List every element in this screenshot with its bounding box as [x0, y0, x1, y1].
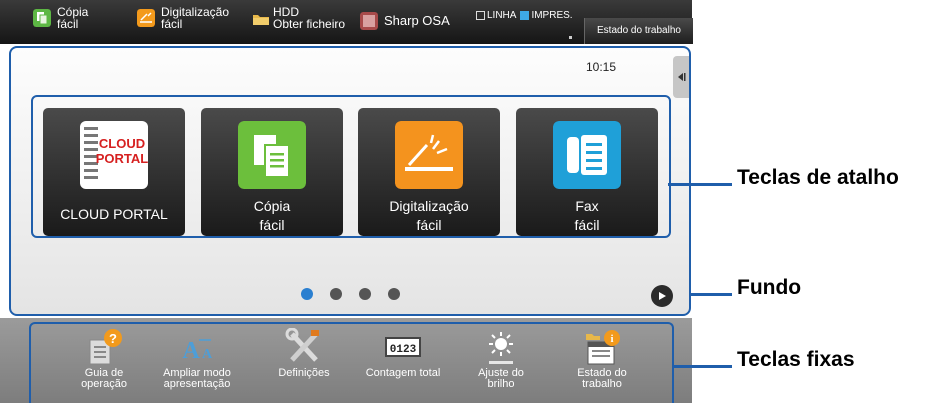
svg-text:?: ?: [109, 331, 117, 346]
topbar-item-label: Digitalização fácil: [161, 5, 230, 31]
fixed-key-operation-guide[interactable]: ? Guia de operação: [62, 328, 146, 390]
brightness-icon: [489, 332, 513, 364]
copy-icon: [33, 9, 51, 27]
fixed-key-label: Estado do trabalho: [577, 367, 627, 390]
settings-tools-icon: [285, 328, 319, 362]
svg-text:CLOUD: CLOUD: [99, 136, 145, 151]
fixed-key-brightness[interactable]: Ajuste do brilho: [459, 328, 543, 390]
topbar-item-label: HDD Obter ficheiro: [273, 5, 346, 31]
system-bar: Cópia fácil Digitalização fácil HDD Obte…: [0, 0, 693, 44]
collapse-left-icon: [677, 73, 685, 81]
callout-background: Fundo: [737, 276, 802, 299]
home-screen-background: 10:15 CLOUD PORTAL CLOUD PORTAL Cópia fá…: [9, 46, 691, 316]
scan-icon: [395, 121, 463, 189]
fixed-keys-bar: ? Guia de operação A A Ampliar modo apre…: [0, 318, 692, 403]
fixed-key-label: Contagem total: [365, 367, 441, 379]
fax-icon: [553, 121, 621, 189]
page-dot[interactable]: [359, 288, 371, 300]
page-dot[interactable]: [301, 288, 313, 300]
topbar-item-label: Cópia fácil: [57, 5, 89, 31]
tile-label: CLOUD PORTAL: [60, 206, 168, 222]
svg-text:A: A: [202, 347, 213, 362]
indicator-dot: [569, 36, 572, 39]
print-indicator-icon: [520, 11, 530, 20]
tile-easy-copy[interactable]: Cópia fácil: [201, 108, 343, 236]
copy-icon: [238, 121, 306, 189]
page-dot[interactable]: [388, 288, 400, 300]
tile-easy-fax[interactable]: Fax fácil: [516, 108, 658, 236]
svg-text:PORTAL: PORTAL: [96, 151, 148, 166]
svg-text:i: i: [610, 333, 613, 345]
callout-shortcut-keys: Teclas de atalho: [737, 166, 899, 189]
play-arrow-icon: [659, 292, 666, 300]
print-indicator-label: IMPRES.: [531, 10, 573, 21]
tile-label: Cópia fácil: [253, 198, 291, 233]
tile-cloud-portal[interactable]: CLOUD PORTAL CLOUD PORTAL: [43, 108, 185, 236]
tile-easy-scan[interactable]: Digitalização fácil: [358, 108, 500, 236]
job-status-icon: i: [586, 330, 620, 365]
fixed-key-enlarge-display[interactable]: A A Ampliar modo apresentação: [155, 328, 239, 390]
fixed-key-settings[interactable]: Definições: [262, 328, 346, 379]
callout-line-background: [691, 293, 732, 296]
svg-text:A: A: [182, 338, 200, 364]
topbar-shortcut-sharp-osa[interactable]: Sharp OSA: [360, 12, 450, 30]
topbar-shortcut-easy-scan[interactable]: Digitalização fácil: [137, 6, 229, 30]
page-indicator: [301, 288, 400, 300]
folder-icon: [253, 15, 269, 25]
topbar-item-label: Sharp OSA: [384, 13, 450, 28]
fixed-key-label: Ampliar modo apresentação: [163, 367, 231, 390]
scan-icon: [137, 9, 155, 27]
fixed-key-label: Definições: [278, 367, 330, 379]
help-guide-icon: ?: [89, 329, 122, 365]
tile-label: Digitalização fácil: [389, 198, 469, 233]
line-indicator-label: LINHA: [487, 10, 517, 21]
callout-line-shortcut: [668, 183, 732, 186]
fixed-key-job-status[interactable]: i Estado do trabalho: [560, 328, 644, 390]
fixed-key-label: Ajuste do brilho: [478, 367, 524, 390]
page-dot[interactable]: [330, 288, 342, 300]
line-indicator-icon: [476, 11, 485, 20]
enlarge-text-icon: A A: [182, 338, 213, 364]
osa-icon: [360, 12, 378, 30]
fixed-key-total-count[interactable]: 0123 Contagem total: [361, 328, 445, 379]
job-status-button[interactable]: Estado do trabalho: [584, 18, 693, 44]
status-indicators: LINHA IMPRES.: [472, 10, 573, 21]
callout-fixed-keys: Teclas fixas: [737, 348, 855, 371]
svg-text:0123: 0123: [390, 344, 417, 356]
counter-icon: 0123: [385, 337, 421, 357]
cloud-portal-icon: CLOUD PORTAL: [80, 121, 148, 189]
clock: 10:15: [586, 60, 617, 74]
tile-label: Fax fácil: [574, 198, 600, 233]
fixed-key-label: Guia de operação: [81, 367, 127, 390]
callout-line-fixed: [674, 365, 732, 368]
sidebar-toggle-button[interactable]: [673, 56, 689, 98]
topbar-shortcut-hdd-retrieve[interactable]: HDD Obter ficheiro: [252, 6, 345, 30]
topbar-shortcut-easy-copy[interactable]: Cópia fácil: [33, 6, 88, 30]
next-page-button[interactable]: [651, 285, 673, 307]
